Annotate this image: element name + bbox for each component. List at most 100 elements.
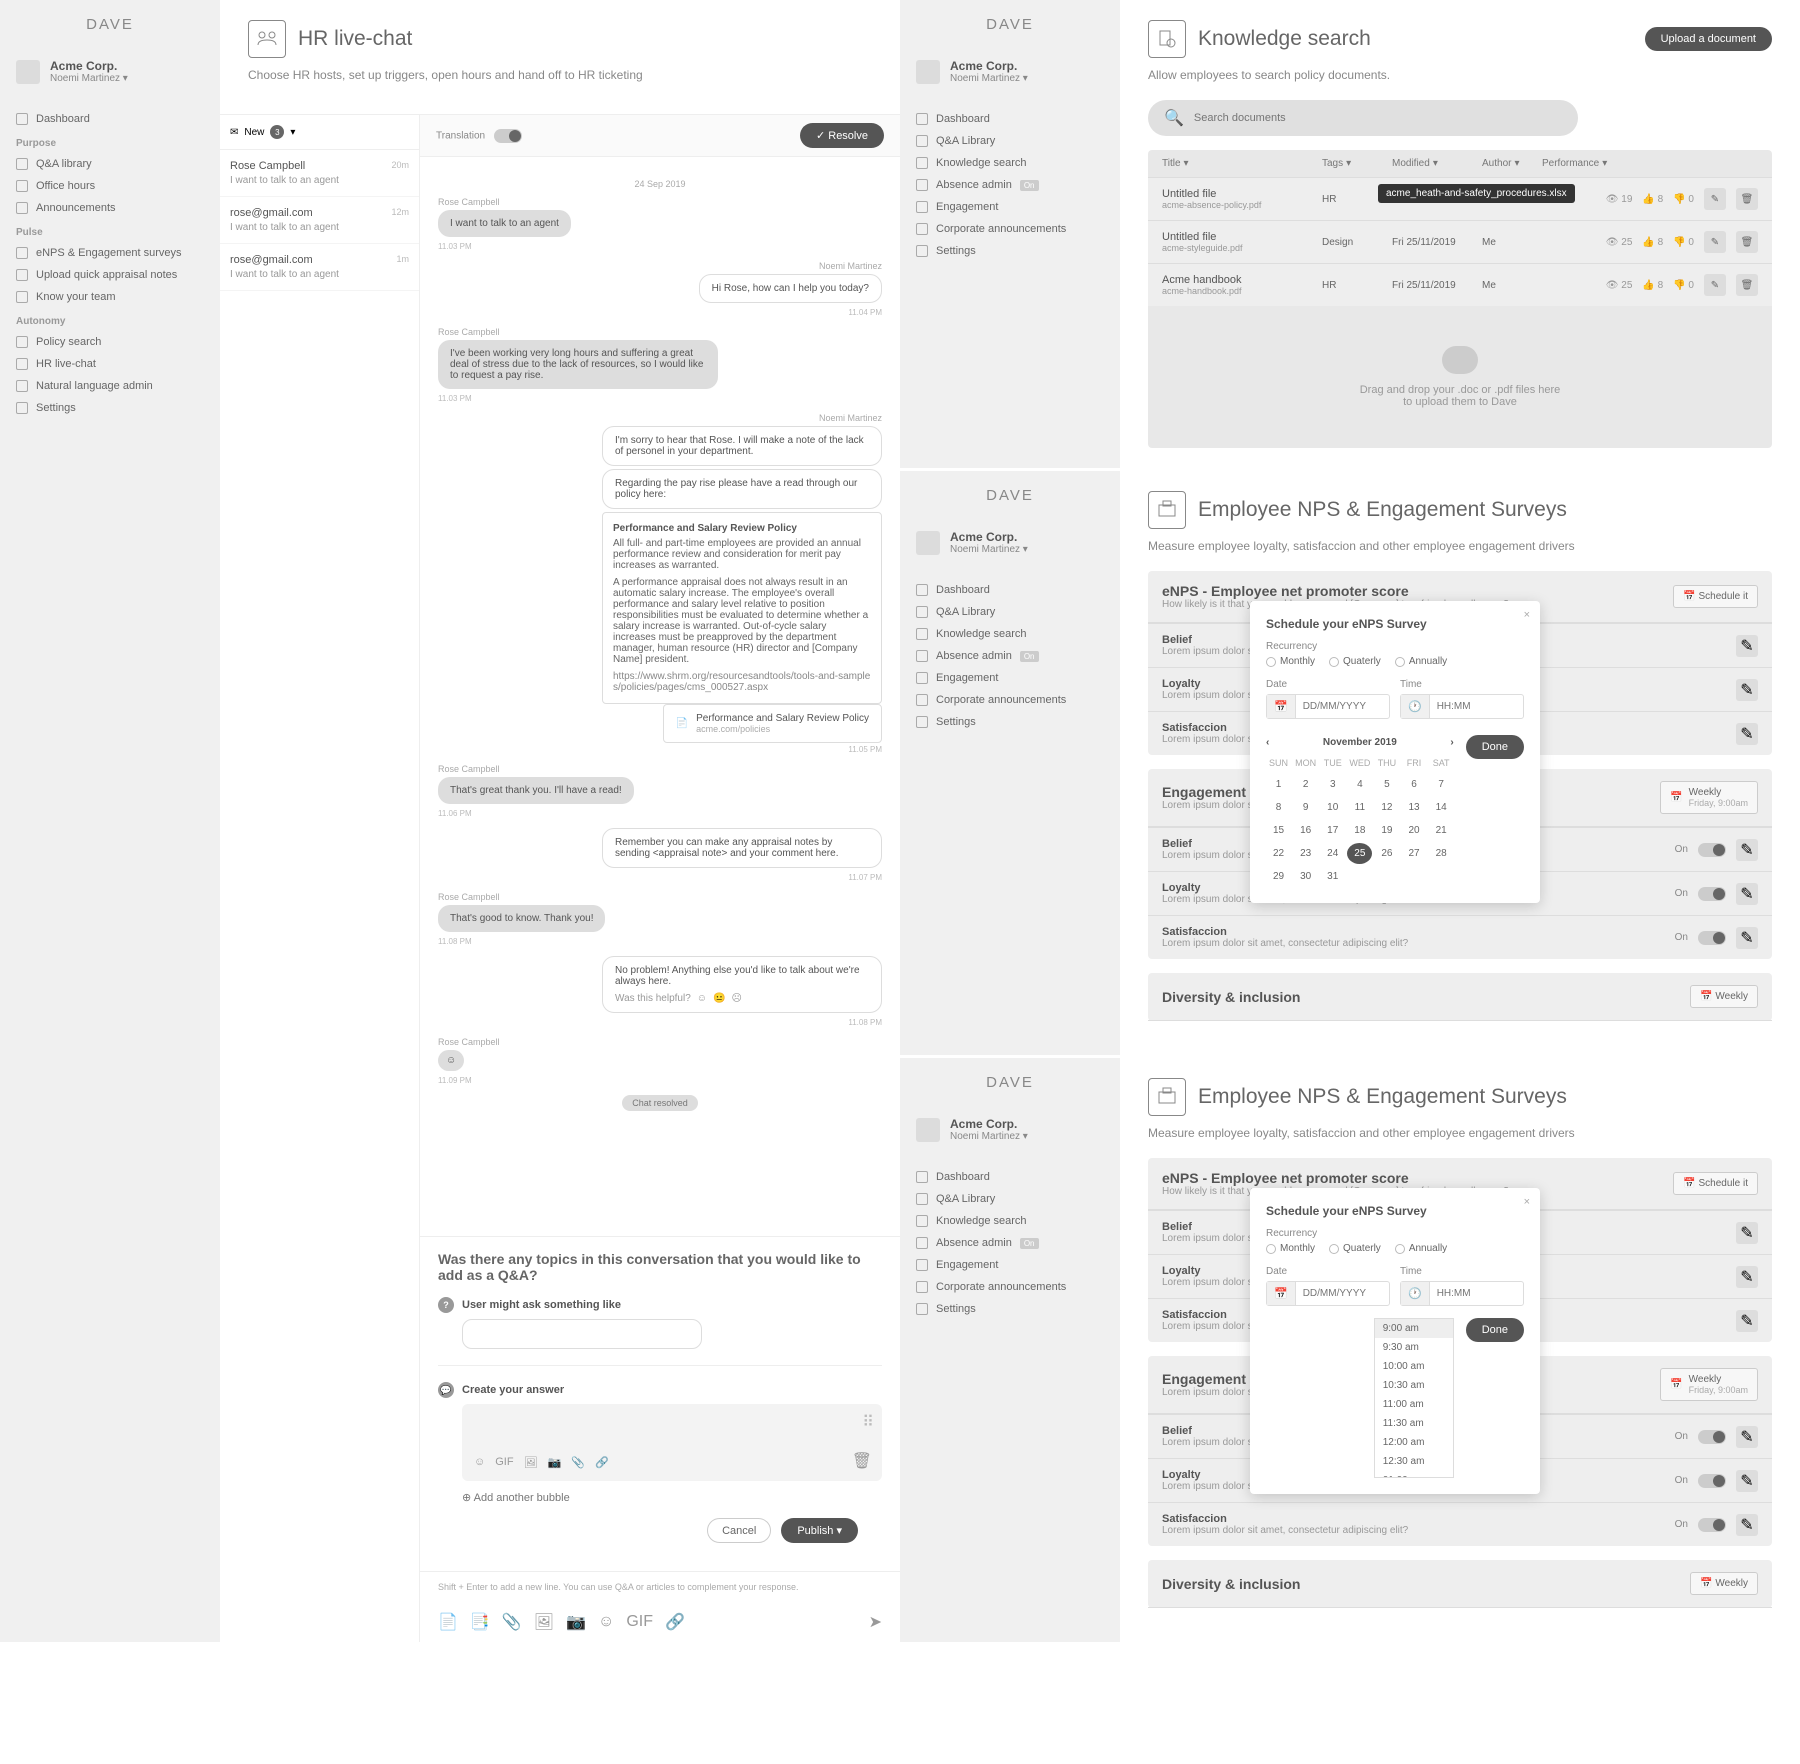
delete-icon[interactable]: 🗑 (1736, 231, 1758, 253)
edit-icon[interactable]: ✎ (1736, 883, 1758, 905)
recurrency-option[interactable]: Annually (1395, 1243, 1447, 1254)
time-option[interactable]: 10:30 am (1375, 1376, 1453, 1395)
edit-icon[interactable]: ✎ (1736, 679, 1758, 701)
nav-q&a-library[interactable]: Q&A Library (900, 601, 1120, 623)
qa-answer-input[interactable]: ⠿ ☺ GIF 🖼 📷 📎 🔗 🗑 (462, 1404, 882, 1481)
calendar-day[interactable]: 4 (1347, 774, 1372, 795)
question-toggle[interactable] (1698, 1474, 1726, 1488)
edit-icon[interactable]: ✎ (1736, 1222, 1758, 1244)
calendar-day[interactable]: 9 (1293, 797, 1318, 818)
recurrency-option[interactable]: Monthly (1266, 1243, 1315, 1254)
calendar-day[interactable]: 18 (1347, 820, 1372, 841)
nav-q-a-library[interactable]: Q&A library (0, 153, 220, 175)
calendar-day[interactable]: 3 (1320, 774, 1345, 795)
image-icon[interactable]: 🖼 (524, 1456, 538, 1469)
edit-icon[interactable]: ✎ (1736, 839, 1758, 861)
resolve-button[interactable]: ✓ Resolve (800, 123, 884, 148)
calendar-day[interactable]: 1 (1266, 774, 1291, 795)
calendar-day[interactable]: 29 (1266, 866, 1291, 887)
edit-icon[interactable]: ✎ (1736, 1266, 1758, 1288)
nav-absence-admin[interactable]: Absence adminOn (900, 1232, 1120, 1254)
nav-q&a-library[interactable]: Q&A Library (900, 1188, 1120, 1210)
time-option[interactable]: 12:30 am (1375, 1452, 1453, 1471)
col-modified[interactable]: Modified ▾ (1392, 158, 1482, 169)
nav-upload-quick-appraisal-notes[interactable]: Upload quick appraisal notes (0, 264, 220, 286)
nav-settings[interactable]: Settings (0, 397, 220, 419)
time-option[interactable]: 01:00 pm (1375, 1471, 1453, 1478)
nav-announcements[interactable]: Announcements (0, 197, 220, 219)
close-icon[interactable]: × (1524, 1196, 1530, 1208)
calendar-day[interactable]: 11 (1347, 797, 1372, 818)
calendar-day[interactable]: 27 (1402, 843, 1427, 864)
happy-icon[interactable]: ☺ (697, 993, 707, 1004)
edit-icon[interactable]: ✎ (1704, 274, 1726, 296)
col-title[interactable]: Title ▾ (1162, 158, 1322, 169)
cancel-button[interactable]: Cancel (707, 1518, 771, 1543)
nav-corporate-announcements[interactable]: Corporate announcements (900, 1276, 1120, 1298)
date-input[interactable]: 📅 (1266, 1281, 1390, 1306)
schedule-button[interactable]: 📅 WeeklyFriday, 9:00am (1660, 1368, 1758, 1401)
calendar-day[interactable]: 26 (1374, 843, 1399, 864)
nav-know-your-team[interactable]: Know your team (0, 286, 220, 308)
time-option[interactable]: 11:30 am (1375, 1414, 1453, 1433)
gif-icon[interactable]: GIF (495, 1456, 513, 1469)
delete-icon[interactable]: 🗑 (852, 1451, 872, 1471)
schedule-button[interactable]: 📅 Schedule it (1673, 585, 1758, 608)
calendar-day[interactable]: 22 (1266, 843, 1291, 864)
emoji-icon[interactable]: ☺ (598, 1613, 614, 1631)
calendar-day[interactable]: 8 (1266, 797, 1291, 818)
doc-icon[interactable]: 📄 (438, 1612, 458, 1632)
calendar-day[interactable]: 19 (1374, 820, 1399, 841)
edit-icon[interactable]: ✎ (1736, 1514, 1758, 1536)
schedule-button[interactable]: 📅 Schedule it (1673, 1172, 1758, 1195)
nav-absence-admin[interactable]: Absence adminOn (900, 645, 1120, 667)
translation-toggle[interactable] (494, 129, 522, 143)
nav-hr-live-chat[interactable]: HR live-chat (0, 353, 220, 375)
attachment-icon[interactable]: 📎 (571, 1456, 585, 1469)
time-option[interactable]: 9:30 am (1375, 1338, 1453, 1357)
calendar-day[interactable]: 2 (1293, 774, 1318, 795)
emoji-icon[interactable]: ☺ (474, 1456, 485, 1469)
done-button[interactable]: Done (1466, 735, 1524, 759)
table-row[interactable]: Untitled fileacme-styleguide.pdfDesignFr… (1148, 220, 1772, 263)
gif-icon[interactable]: GIF (626, 1613, 653, 1631)
nav-absence-admin[interactable]: Absence adminOn (900, 174, 1120, 196)
qa-question-input[interactable] (462, 1319, 702, 1349)
calendar-day[interactable]: 5 (1374, 774, 1399, 795)
time-option[interactable]: 10:00 am (1375, 1357, 1453, 1376)
calendar-day[interactable]: 6 (1402, 774, 1427, 795)
camera-icon[interactable]: 📷 (548, 1456, 562, 1469)
org-switcher[interactable]: Acme Corp. Noemi Martinez ▾ (900, 49, 1120, 94)
edit-icon[interactable]: ✎ (1736, 1310, 1758, 1332)
nav-dashboard[interactable]: Dashboard (900, 108, 1120, 130)
send-icon[interactable]: ➤ (869, 1612, 882, 1632)
edit-icon[interactable]: ✎ (1704, 188, 1726, 210)
calendar-day[interactable]: 10 (1320, 797, 1345, 818)
image-icon[interactable]: 🖼 (534, 1612, 554, 1632)
nav-engagement[interactable]: Engagement (900, 1254, 1120, 1276)
table-row[interactable]: Acme handbookacme-handbook.pdfHRFri 25/1… (1148, 263, 1772, 306)
nav-settings[interactable]: Settings (900, 1298, 1120, 1320)
calendar-day[interactable]: 17 (1320, 820, 1345, 841)
calendar-day[interactable]: 16 (1293, 820, 1318, 841)
nav-knowledge-search[interactable]: Knowledge search (900, 1210, 1120, 1232)
schedule-button[interactable]: 📅 Weekly (1690, 985, 1758, 1008)
question-toggle[interactable] (1698, 931, 1726, 945)
recurrency-option[interactable]: Quaterly (1329, 1243, 1381, 1254)
nav-settings[interactable]: Settings (900, 711, 1120, 733)
nav-engagement[interactable]: Engagement (900, 667, 1120, 689)
nav-enps-engagement-surveys[interactable]: eNPS & Engagement surveys (0, 242, 220, 264)
calendar-day[interactable]: 13 (1402, 797, 1427, 818)
next-month-icon[interactable]: › (1450, 737, 1453, 748)
calendar-day[interactable]: 24 (1320, 843, 1345, 864)
delete-icon[interactable]: 🗑 (1736, 274, 1758, 296)
recurrency-option[interactable]: Quaterly (1329, 656, 1381, 667)
time-option[interactable]: 9:00 am (1375, 1319, 1453, 1338)
search-input[interactable] (1194, 112, 1562, 124)
thread-item[interactable]: rose@gmail.com12mI want to talk to an ag… (220, 197, 419, 244)
calendar-day[interactable]: 15 (1266, 820, 1291, 841)
upload-button[interactable]: Upload a document (1645, 27, 1772, 51)
schedule-button[interactable]: 📅 WeeklyFriday, 9:00am (1660, 781, 1758, 814)
camera-icon[interactable]: 📷 (566, 1612, 586, 1632)
calendar-day[interactable]: 28 (1429, 843, 1454, 864)
